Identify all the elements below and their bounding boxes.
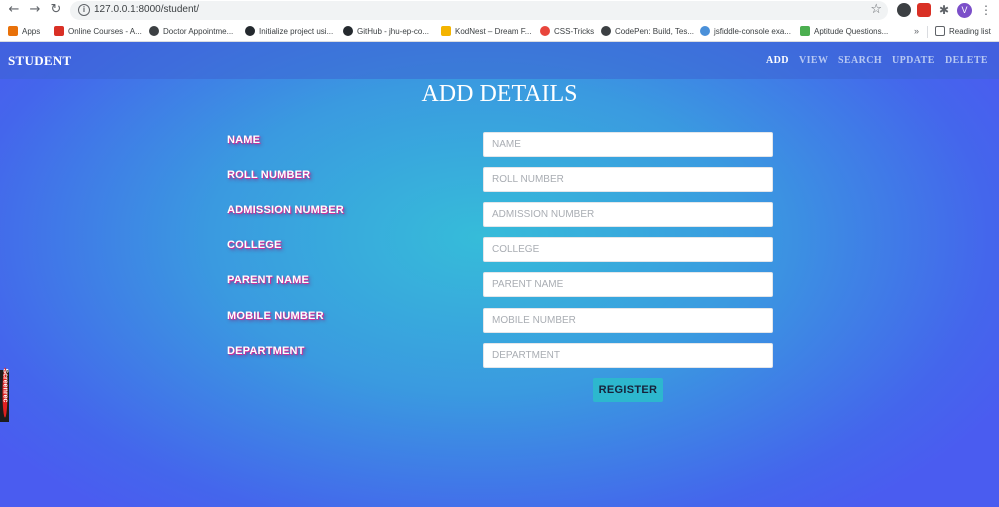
- bookmark-aptitude[interactable]: Aptitude Questions...: [800, 24, 888, 39]
- nav-link-search[interactable]: SEARCH: [838, 55, 882, 66]
- github-favicon-icon: [343, 26, 353, 36]
- shield-extension-icon[interactable]: [917, 3, 931, 17]
- name-label: NAME: [227, 134, 261, 146]
- browser-chrome: ← → ↻ i 127.0.0.1:8000/student/ ☆ ✱ V ⋮ …: [0, 0, 999, 42]
- admission-number-label: ADMISSION NUMBER: [227, 204, 344, 216]
- college-label: COLLEGE: [227, 239, 282, 251]
- online-courses-favicon-icon: [54, 26, 64, 36]
- name-input[interactable]: [483, 132, 773, 157]
- address-bar[interactable]: i 127.0.0.1:8000/student/ ☆: [70, 1, 888, 20]
- jsfiddle-cloud-icon: [700, 26, 710, 36]
- reading-list-button[interactable]: Reading list: [935, 24, 991, 39]
- bookmark-initialize-project[interactable]: Initialize project usi...: [245, 24, 333, 39]
- department-input[interactable]: [483, 343, 773, 368]
- bookmarks-bar: Apps Online Courses - A... Doctor Appoin…: [0, 22, 999, 41]
- bookmark-github-jhu[interactable]: GitHub - jhu-ep-co...: [343, 24, 429, 39]
- page-viewport: STUDENT ADD VIEW SEARCH UPDATE DELETE AD…: [0, 42, 999, 507]
- mobile-number-input[interactable]: [483, 308, 773, 333]
- page-title: ADD DETAILS: [421, 81, 578, 107]
- globe-favicon-icon: [149, 26, 159, 36]
- register-button[interactable]: REGISTER: [593, 378, 663, 402]
- reload-icon[interactable]: ↻: [48, 2, 64, 18]
- reading-list-icon: [935, 26, 945, 36]
- bookmark-online-courses[interactable]: Online Courses - A...: [54, 24, 142, 39]
- more-bookmarks-chevron-icon[interactable]: »: [914, 24, 919, 39]
- kodnest-favicon-icon: [441, 26, 451, 36]
- codepen-favicon-icon: [601, 26, 611, 36]
- roll-number-label: ROLL NUMBER: [227, 169, 311, 181]
- bookmark-apps[interactable]: Apps: [8, 24, 40, 39]
- bookmark-jsfiddle[interactable]: jsfiddle-console exa...: [700, 24, 791, 39]
- incognito-extension-icon[interactable]: [897, 3, 911, 17]
- kebab-menu-icon[interactable]: ⋮: [980, 3, 994, 17]
- css-tricks-favicon-icon: [540, 26, 550, 36]
- college-input[interactable]: [483, 237, 773, 262]
- aptitude-favicon-icon: [800, 26, 810, 36]
- nav-link-view[interactable]: VIEW: [799, 55, 828, 66]
- screenrec-badge-label: Screenrec: [1, 368, 9, 403]
- top-navbar: STUDENT ADD VIEW SEARCH UPDATE DELETE: [0, 42, 999, 79]
- department-label: DEPARTMENT: [227, 345, 305, 357]
- extensions-puzzle-icon[interactable]: ✱: [937, 3, 951, 17]
- bookmark-doctor-appointment[interactable]: Doctor Appointme...: [149, 24, 233, 39]
- back-arrow-icon[interactable]: ←: [6, 2, 22, 18]
- brand-logo[interactable]: STUDENT: [8, 53, 72, 69]
- parent-name-label: PARENT NAME: [227, 274, 310, 286]
- browser-toolbar: ← → ↻ i 127.0.0.1:8000/student/ ☆ ✱ V ⋮: [0, 0, 999, 21]
- info-icon[interactable]: i: [78, 4, 90, 16]
- forward-arrow-icon[interactable]: →: [27, 2, 43, 18]
- bookmark-codepen[interactable]: CodePen: Build, Tes...: [601, 24, 694, 39]
- roll-number-input[interactable]: [483, 167, 773, 192]
- parent-name-input[interactable]: [483, 272, 773, 297]
- profile-avatar[interactable]: V: [957, 3, 972, 18]
- github-favicon-icon: [245, 26, 255, 36]
- bookmark-star-icon[interactable]: ☆: [870, 2, 882, 17]
- nav-link-update[interactable]: UPDATE: [892, 55, 935, 66]
- nav-link-add[interactable]: ADD: [766, 55, 789, 66]
- bookmark-kodnest[interactable]: KodNest – Dream F...: [441, 24, 531, 39]
- bookmark-css-tricks[interactable]: CSS-Tricks: [540, 24, 594, 39]
- apps-grid-icon: [8, 26, 18, 36]
- nav-link-delete[interactable]: DELETE: [945, 55, 988, 66]
- admission-number-input[interactable]: [483, 202, 773, 227]
- bookmarks-divider: [927, 26, 928, 38]
- address-url[interactable]: 127.0.0.1:8000/student/: [94, 4, 199, 15]
- screenrec-badge[interactable]: Screenrec: [0, 367, 9, 422]
- mobile-number-label: MOBILE NUMBER: [227, 310, 324, 322]
